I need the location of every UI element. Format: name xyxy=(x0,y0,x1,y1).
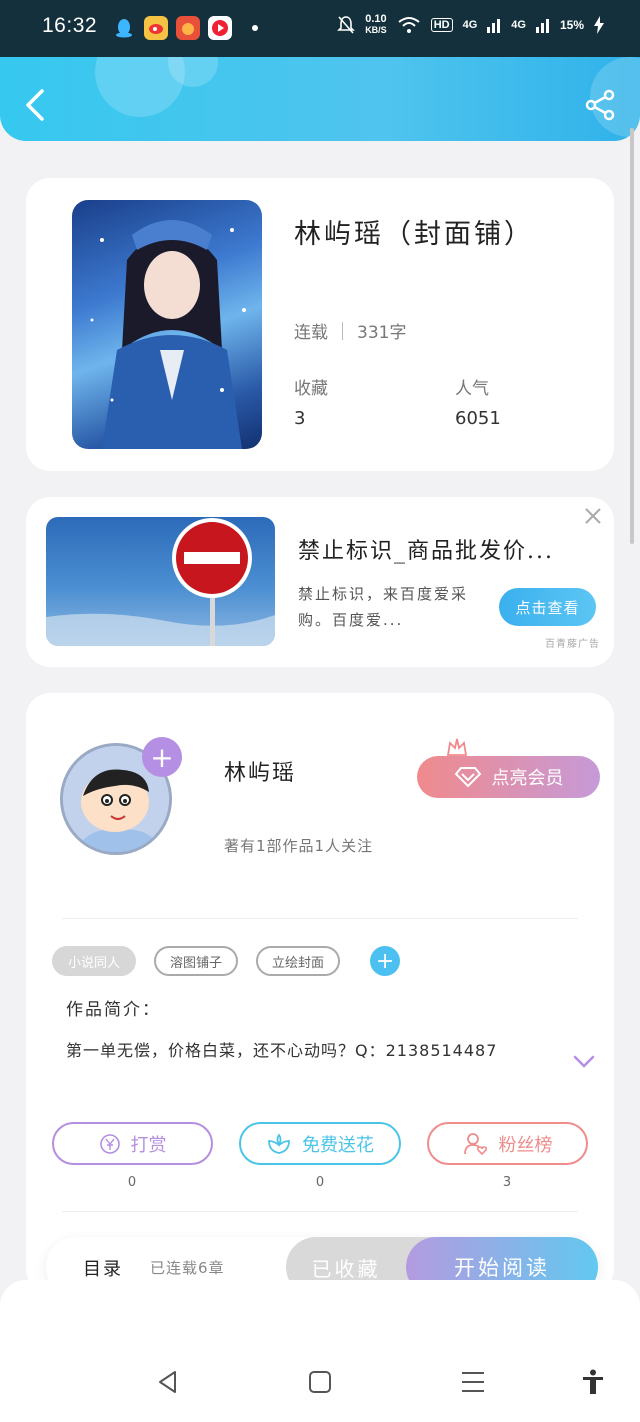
user-heart-icon xyxy=(463,1132,487,1155)
vip-button-label: 点亮会员 xyxy=(491,768,564,789)
serial-status: 连载 xyxy=(294,323,328,343)
reward-button[interactable]: 打赏 xyxy=(52,1122,213,1165)
collect-value: 3 xyxy=(294,408,306,429)
notification-icons xyxy=(112,16,258,40)
ad-description: 禁止标识，来百度爱采购。百度爱... xyxy=(298,585,469,629)
fan-ranking-button[interactable]: 粉丝榜 xyxy=(427,1122,588,1165)
flower-count: 0 xyxy=(315,1175,325,1190)
book-cover-image[interactable] xyxy=(72,200,262,449)
chevron-down-icon[interactable] xyxy=(573,1053,595,1069)
meta-divider xyxy=(342,321,343,340)
weibo-icon xyxy=(144,16,168,40)
tag-list: 小说同人 溶图铺子 立绘封面 + xyxy=(52,946,401,976)
speed-unit: KB/S xyxy=(365,25,387,35)
ad-card[interactable]: 禁止标识_商品批发价... 禁止标识，来百度爱采购。百度爱... 点击查看 百青… xyxy=(26,497,614,667)
intro-text: 第一单无偿，价格白菜，还不心动吗？Q：2138514487 xyxy=(66,1041,498,1060)
signal-4g-2: 4G xyxy=(511,19,526,31)
signal-bars-icon-2 xyxy=(535,19,549,33)
diamond-icon xyxy=(454,767,481,788)
system-nav-bar xyxy=(0,1280,640,1422)
follow-plus-button[interactable]: + xyxy=(142,737,182,777)
ad-image[interactable] xyxy=(46,517,275,646)
video-app-icon xyxy=(208,16,232,40)
status-bar: 16:32 0.10 KB/S HD 4G 4G 15% xyxy=(0,0,640,57)
toc-button[interactable]: 目录 xyxy=(83,1255,123,1281)
back-arrow-icon[interactable] xyxy=(22,87,48,123)
fan-count: 3 xyxy=(502,1175,512,1190)
book-info-card: 林屿瑶（封面铺） 连载 331字 收藏 3 人气 6051 xyxy=(26,178,614,471)
author-name[interactable]: 林屿瑶 xyxy=(224,755,296,787)
battery-level: 15% xyxy=(559,18,584,32)
book-meta: 连载 331字 xyxy=(294,318,406,343)
close-icon[interactable] xyxy=(584,507,602,525)
ad-view-button[interactable]: 点击查看 xyxy=(499,588,596,626)
hd-badge: HD xyxy=(430,18,453,32)
signal-4g-1: 4G xyxy=(462,19,478,31)
reward-count: 0 xyxy=(127,1175,137,1190)
nav-back-icon[interactable] xyxy=(155,1369,181,1395)
book-title: 林屿瑶（封面铺） xyxy=(294,219,534,250)
intro-label: 作品简介： xyxy=(66,1000,161,1020)
divider xyxy=(62,918,578,919)
mute-bell-icon xyxy=(337,16,356,34)
charging-icon xyxy=(594,16,604,34)
accessibility-icon[interactable] xyxy=(580,1369,606,1395)
divider xyxy=(62,1211,578,1212)
crown-icon xyxy=(446,738,468,756)
author-card: + 林屿瑶 著有1部作品1人关注 点亮会员 小说同人 溶图铺子 立绘封面 + 作… xyxy=(26,693,614,1293)
nav-menu-icon[interactable] xyxy=(460,1369,486,1395)
clock: 16:32 xyxy=(42,14,98,37)
yen-coin-icon xyxy=(99,1133,120,1154)
ad-source-label: 百青藤广告 xyxy=(545,639,600,650)
nav-home-icon[interactable] xyxy=(307,1369,333,1395)
speed-value: 0.10 xyxy=(365,13,387,25)
popularity-value: 6051 xyxy=(455,408,501,429)
system-indicators: 0.10 KB/S HD 4G 4G 15% xyxy=(337,14,604,36)
send-flower-button[interactable]: 免费送花 xyxy=(239,1122,401,1165)
vip-button[interactable]: 点亮会员 xyxy=(417,756,600,798)
network-speed: 0.10 KB/S xyxy=(365,14,387,36)
share-icon[interactable] xyxy=(584,89,616,121)
flower-icon xyxy=(268,1132,290,1154)
reward-button-label: 打赏 xyxy=(130,1134,167,1156)
send-flower-button-label: 免费送花 xyxy=(302,1134,374,1156)
game-app-icon xyxy=(176,16,200,40)
favorited-button-label: 已收藏 xyxy=(311,1256,381,1281)
author-stats: 著有1部作品1人关注 xyxy=(224,837,374,855)
word-count: 331字 xyxy=(357,323,407,343)
signal-bars-icon xyxy=(487,19,501,33)
tag-item[interactable]: 溶图铺子 xyxy=(154,946,239,976)
popularity-label: 人气 xyxy=(455,379,489,399)
tag-item[interactable]: 小说同人 xyxy=(52,946,137,976)
wifi-icon xyxy=(398,17,420,33)
add-tag-button[interactable]: + xyxy=(370,946,401,976)
chapter-count: 已连载6章 xyxy=(150,1259,225,1277)
more-notifications-dot xyxy=(252,25,258,31)
top-header xyxy=(0,57,640,141)
scrollbar-thumb[interactable] xyxy=(630,128,634,544)
fan-ranking-button-label: 粉丝榜 xyxy=(498,1134,553,1156)
qq-icon xyxy=(112,16,136,40)
tag-item[interactable]: 立绘封面 xyxy=(256,946,341,976)
collect-label: 收藏 xyxy=(294,379,328,399)
ad-title[interactable]: 禁止标识_商品批发价... xyxy=(298,533,554,565)
